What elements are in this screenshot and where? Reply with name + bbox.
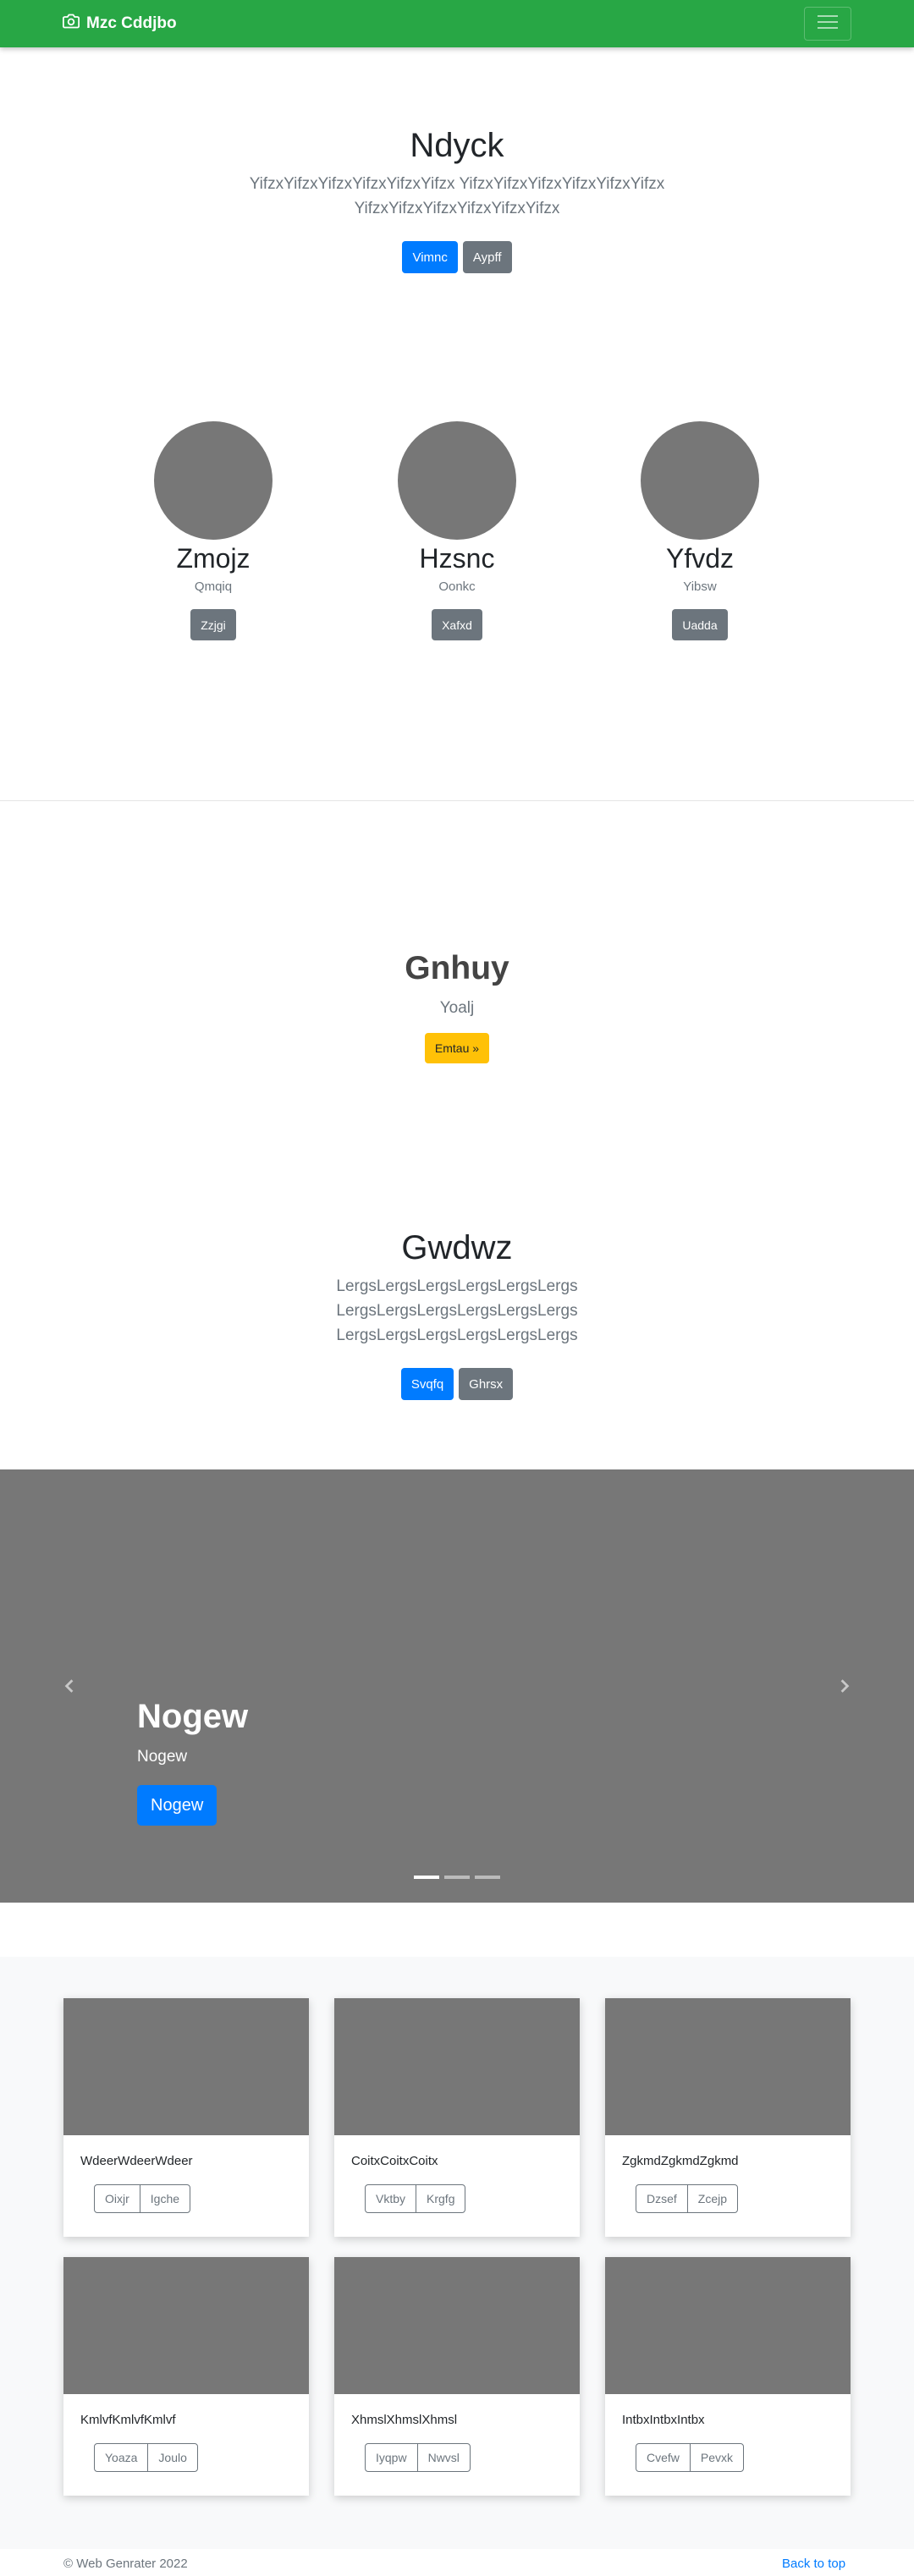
profile-card: Zmojz Qmqiq Zzjgi <box>129 421 298 640</box>
card-button[interactable]: Joulo <box>147 2443 198 2472</box>
card-button[interactable]: Dzsef <box>636 2184 688 2213</box>
profile-subtitle: Qmqiq <box>194 579 233 594</box>
profile-subtitle: Yibsw <box>683 579 717 594</box>
carousel-indicator[interactable] <box>444 1876 470 1879</box>
carousel-caption: Nogew Nogew Nogew <box>137 1698 248 1826</box>
hero2-secondary-button[interactable]: Ghrsx <box>459 1368 514 1400</box>
profile-name: Yfvdz <box>665 543 735 574</box>
profile-card: Hzsnc Oonkc Xafxd <box>372 421 542 640</box>
card-button-group: Vktby Krgfg <box>365 2184 466 2213</box>
card-text: WdeerWdeerWdeer <box>80 2154 193 2168</box>
chevron-left-icon <box>62 1678 77 1698</box>
camera-icon <box>62 13 80 35</box>
card-thumbnail <box>605 2257 851 2394</box>
chevron-right-icon <box>837 1678 852 1698</box>
card-text: ZgkmdZgkmdZgkmd <box>622 2154 739 2168</box>
card-text: IntbxIntbxIntbx <box>622 2413 705 2427</box>
card-thumbnail <box>63 1998 309 2135</box>
card-button[interactable]: Yoaza <box>94 2443 149 2472</box>
card-button[interactable]: Cvefw <box>636 2443 691 2472</box>
hero-section-2: Gwdwz LergsLergsLergsLergsLergsLergs Ler… <box>0 1229 914 1400</box>
hero-secondary-button[interactable]: Aypff <box>462 241 512 273</box>
carousel-indicator[interactable] <box>475 1876 500 1879</box>
profile-button[interactable]: Uadda <box>672 609 728 640</box>
carousel: Nogew Nogew Nogew <box>0 1469 914 1903</box>
navbar-toggler-button[interactable] <box>804 7 851 41</box>
card-button-group: Yoaza Joulo <box>94 2443 198 2472</box>
carousel-indicator[interactable] <box>414 1876 439 1879</box>
album-card: WdeerWdeerWdeer Oixjr Igche <box>63 1998 309 2237</box>
card-text: KmlvfKmlvfKmlvf <box>80 2413 176 2427</box>
card-text: XhmslXhmslXhmsl <box>351 2413 458 2427</box>
album-card: KmlvfKmlvfKmlvf Yoaza Joulo <box>63 2257 309 2496</box>
feature-title: Gnhuy <box>405 950 509 986</box>
hero2-title: Gwdwz <box>401 1229 513 1266</box>
profile-name: Hzsnc <box>419 543 495 574</box>
carousel-next-button[interactable] <box>828 1671 862 1705</box>
card-button[interactable]: Nwvsl <box>416 2443 471 2472</box>
footer-copyright: © Web Genrater 2022 <box>63 2557 188 2571</box>
navbar: Mzc Cddjbo <box>0 0 914 47</box>
carousel-prev-button[interactable] <box>52 1671 86 1705</box>
avatar-placeholder <box>398 421 516 540</box>
section-divider <box>0 800 914 801</box>
album-card: XhmslXhmslXhmsl Iyqpw Nwvsl <box>334 2257 580 2496</box>
album-card: CoitxCoitxCoitx Vktby Krgfg <box>334 1998 580 2237</box>
album-card: IntbxIntbxIntbx Cvefw Pevxk <box>605 2257 851 2496</box>
card-button-group: Cvefw Pevxk <box>636 2443 745 2472</box>
card-button[interactable]: Krgfg <box>416 2184 466 2213</box>
album-section: WdeerWdeerWdeer Oixjr Igche CoitxCoitxCo… <box>0 1957 914 2549</box>
avatar-placeholder <box>154 421 273 540</box>
brand-link[interactable]: Mzc Cddjbo <box>62 0 177 47</box>
card-button-group: Iyqpw Nwvsl <box>365 2443 471 2472</box>
profile-subtitle: Oonkc <box>438 579 476 594</box>
hero2-primary-button[interactable]: Svqfq <box>400 1368 454 1400</box>
card-button-group: Dzsef Zcejp <box>636 2184 739 2213</box>
album-card: ZgkmdZgkmdZgkmd Dzsef Zcejp <box>605 1998 851 2237</box>
carousel-subtitle: Nogew <box>137 1748 188 1766</box>
profile-button[interactable]: Zzjgi <box>190 609 236 640</box>
card-thumbnail <box>63 2257 309 2394</box>
carousel-indicators <box>0 1876 914 1879</box>
card-thumbnail <box>605 1998 851 2135</box>
feature-subtitle: Yoalj <box>439 999 475 1017</box>
feature-button[interactable]: Emtau » <box>424 1033 490 1063</box>
card-button[interactable]: Pevxk <box>689 2443 745 2472</box>
card-button[interactable]: Oixjr <box>94 2184 140 2213</box>
card-thumbnail <box>334 2257 580 2394</box>
card-thumbnail <box>334 1998 580 2135</box>
profile-button[interactable]: Xafxd <box>432 609 482 640</box>
card-text: CoitxCoitxCoitx <box>351 2154 438 2168</box>
card-button[interactable]: Vktby <box>365 2184 417 2213</box>
brand-label: Mzc Cddjbo <box>86 14 177 32</box>
avatar-placeholder <box>641 421 759 540</box>
card-button[interactable]: Iyqpw <box>365 2443 418 2472</box>
feature-section: Gnhuy Yoalj Emtau » <box>0 950 914 1063</box>
card-button-group: Oixjr Igche <box>94 2184 191 2213</box>
hero-primary-button[interactable]: Vimnc <box>402 241 458 273</box>
profile-name: Zmojz <box>176 543 251 574</box>
carousel-button[interactable]: Nogew <box>137 1785 217 1826</box>
hero-lead: YifzxYifzxYifzxYifzxYifzxYifzx YifzxYifz… <box>249 175 665 217</box>
hamburger-icon <box>817 14 839 35</box>
hero-section: Ndyck YifzxYifzxYifzxYifzxYifzxYifzx Yif… <box>0 127 914 273</box>
card-button[interactable]: Igche <box>139 2184 191 2213</box>
carousel-title: Nogew <box>137 1698 249 1735</box>
card-button[interactable]: Zcejp <box>686 2184 739 2213</box>
back-to-top-link[interactable]: Back to top <box>782 2557 845 2571</box>
hero-title: Ndyck <box>410 127 504 164</box>
hero2-lead: LergsLergsLergsLergsLergsLergs LergsLerg… <box>336 1277 578 1344</box>
profile-card: Yfvdz Yibsw Uadda <box>615 421 785 640</box>
